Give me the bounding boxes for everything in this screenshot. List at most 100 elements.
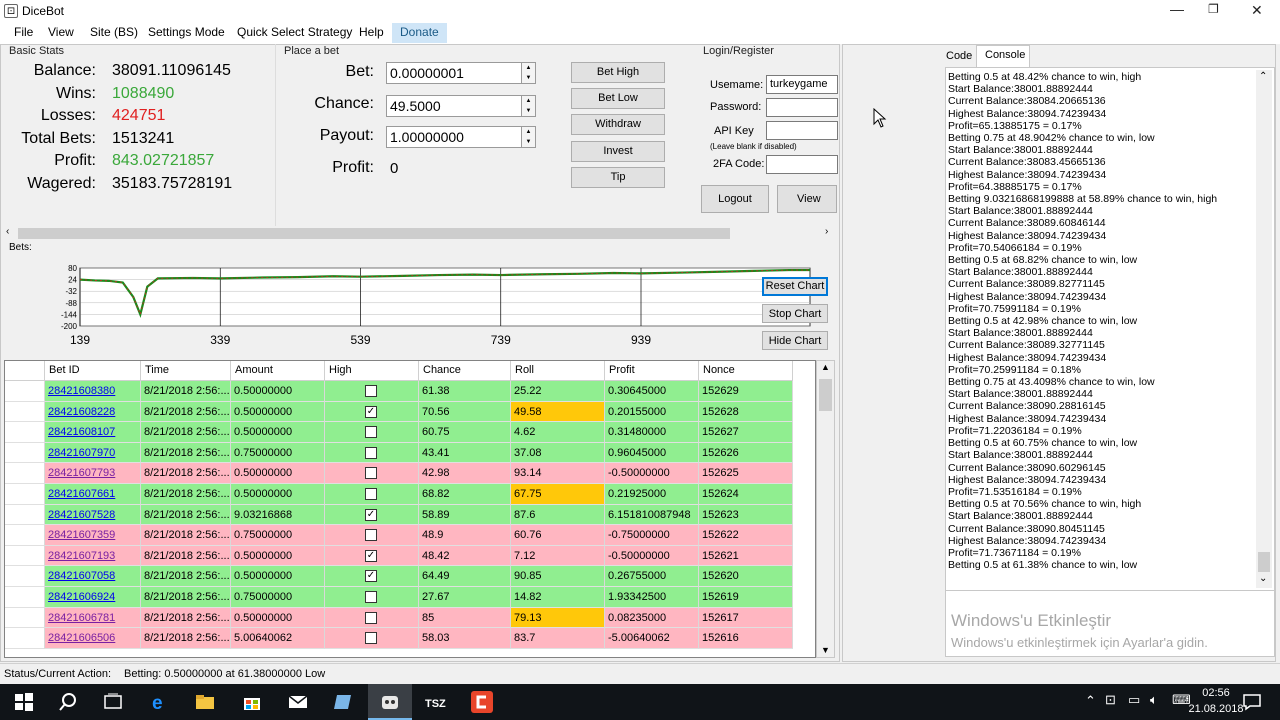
scroll-thumb[interactable] [18, 228, 730, 239]
maximize-button[interactable]: ❐ [1208, 2, 1219, 16]
tray-chevron-icon[interactable]: ⌃ [1085, 693, 1096, 709]
table-row[interactable]: 28421607528 8/21/2018 2:56:... 9.03216868 ✓… [5, 504, 793, 526]
minimize-button[interactable]: — [1170, 1, 1184, 17]
scroll-left-icon[interactable]: ‹ [6, 226, 9, 237]
scroll-down-icon[interactable]: ▼ [821, 645, 830, 655]
menu-site[interactable]: Site (BS) [90, 25, 138, 39]
scroll-right-icon[interactable]: › [825, 226, 828, 237]
payout-input[interactable]: 1.00000000 [386, 126, 522, 148]
column-header[interactable]: Amount [231, 361, 325, 381]
network-icon[interactable]: ⊡ [1105, 692, 1116, 708]
power-icon[interactable]: ▭ [1128, 692, 1140, 708]
high-checkbox[interactable] [365, 385, 377, 397]
table-row[interactable]: 28421608228 8/21/2018 2:56:... 0.50000000 ✓… [5, 401, 793, 423]
bet-id-link[interactable]: 28421607793 [48, 467, 115, 479]
table-row[interactable]: 28421606781 8/21/2018 2:56:... 0.50000000 8… [5, 607, 793, 629]
bet-id-link[interactable]: 28421606924 [48, 591, 115, 603]
bet-high-button[interactable]: Bet High [571, 62, 665, 83]
menu-settings-mode[interactable]: Settings Mode [148, 25, 225, 39]
withdraw-button[interactable]: Withdraw [571, 114, 665, 135]
app-blue-icon[interactable] [333, 692, 353, 712]
menu-quick-select-strategy[interactable]: Quick Select Strategy [237, 25, 352, 39]
twofa-input[interactable] [766, 155, 838, 174]
bet-amount-input[interactable]: 0.00000001 [386, 62, 522, 84]
high-checkbox[interactable] [365, 632, 377, 645]
column-header[interactable]: Profit [605, 361, 699, 381]
console-scroll-down-icon[interactable]: ⌄ [1259, 573, 1267, 584]
horizontal-scrollbar[interactable]: ‹ › [4, 226, 834, 241]
high-checkbox[interactable] [365, 529, 377, 542]
tsz-icon[interactable]: TSZ [425, 692, 449, 712]
payout-spinner[interactable]: ▲ ▼ [521, 126, 536, 148]
column-header[interactable]: Nonce [699, 361, 793, 381]
table-scroll-thumb[interactable] [819, 379, 832, 411]
console-scroll-thumb[interactable] [1258, 552, 1270, 572]
column-header[interactable]: Bet ID [45, 361, 141, 381]
bet-id-link[interactable]: 28421607193 [48, 550, 115, 562]
high-checkbox[interactable] [365, 591, 377, 603]
menu-donate[interactable]: Donate [392, 23, 447, 43]
chance-input[interactable]: 49.5000 [386, 95, 522, 117]
chance-spinner[interactable]: ▲ ▼ [521, 95, 536, 117]
bet-id-link[interactable]: 28421608228 [48, 406, 115, 418]
bet-id-link[interactable]: 28421607359 [48, 529, 115, 541]
table-row[interactable]: 28421607359 8/21/2018 2:56:... 0.75000000 4… [5, 525, 793, 546]
logout-button[interactable]: Logout [701, 185, 769, 213]
search-icon[interactable] [58, 692, 78, 712]
bet-id-link[interactable]: 28421607970 [48, 447, 115, 459]
high-checkbox[interactable]: ✓ [365, 549, 377, 562]
menu-view[interactable]: View [48, 25, 74, 39]
bet-id-link[interactable]: 28421606781 [48, 612, 115, 624]
reset-chart-button[interactable]: Reset Chart [762, 277, 828, 296]
bet-id-link[interactable]: 28421606506 [48, 632, 115, 644]
tab-code[interactable]: Code [942, 47, 974, 67]
bet-id-link[interactable]: 28421607661 [48, 488, 115, 500]
volume-icon[interactable]: 🔈︎ [1150, 692, 1158, 708]
column-header[interactable]: Chance [419, 361, 511, 381]
stop-chart-button[interactable]: Stop Chart [762, 304, 828, 323]
close-button[interactable]: ✕ [1251, 2, 1263, 19]
menu-help[interactable]: Help [359, 25, 384, 39]
edge-icon[interactable]: e [150, 692, 170, 712]
column-header[interactable]: Time [141, 361, 231, 381]
table-row[interactable]: 28421607970 8/21/2018 2:56:... 0.75000000 4… [5, 442, 793, 464]
high-checkbox[interactable]: ✓ [365, 405, 377, 418]
table-row[interactable]: 28421607793 8/21/2018 2:56:... 0.50000000 4… [5, 463, 793, 484]
task-view-icon[interactable] [103, 692, 123, 712]
bet-id-link[interactable]: 28421607528 [48, 509, 115, 521]
high-checkbox[interactable] [365, 611, 377, 624]
high-checkbox[interactable] [365, 426, 377, 439]
username-input[interactable]: turkeygame [766, 75, 838, 94]
bet-low-button[interactable]: Bet Low [571, 88, 665, 109]
mail-icon[interactable] [288, 692, 308, 712]
scroll-up-icon[interactable]: ▲ [821, 362, 830, 372]
table-row[interactable]: 28421608107 8/21/2018 2:56:... 0.50000000 6… [5, 422, 793, 443]
notification-icon[interactable] [1242, 692, 1262, 712]
high-checkbox[interactable]: ✓ [365, 508, 377, 521]
high-checkbox[interactable]: ✓ [365, 570, 377, 583]
high-checkbox[interactable] [365, 488, 377, 500]
bet-amount-spinner[interactable]: ▲ ▼ [521, 62, 536, 84]
hide-chart-button[interactable]: Hide Chart [762, 331, 828, 350]
table-row[interactable]: 28421606506 8/21/2018 2:56:... 5.00640062 5… [5, 628, 793, 649]
high-checkbox[interactable] [365, 446, 377, 459]
console-scroll-up-icon[interactable]: ⌃ [1259, 71, 1267, 82]
store-icon[interactable] [242, 692, 262, 712]
file-explorer-icon[interactable] [195, 692, 215, 712]
view-site-button[interactable]: View Site [777, 185, 837, 213]
console-scrollbar[interactable]: ⌃ ⌄ [1256, 70, 1272, 588]
dicebot-icon[interactable] [380, 692, 400, 712]
table-row[interactable]: 28421606924 8/21/2018 2:56:... 0.75000000 2… [5, 587, 793, 608]
bet-id-link[interactable]: 28421608107 [48, 426, 115, 438]
menu-file[interactable]: File [14, 25, 33, 39]
table-row[interactable]: 28421607058 8/21/2018 2:56:... 0.50000000 ✓… [5, 566, 793, 587]
column-header[interactable] [5, 361, 45, 381]
table-row[interactable]: 28421607193 8/21/2018 2:56:... 0.50000000 ✓… [5, 545, 793, 567]
table-vertical-scrollbar[interactable]: ▲ ▼ [816, 360, 835, 658]
bet-id-link[interactable]: 28421607058 [48, 570, 115, 582]
tab-console[interactable]: Console [976, 45, 1030, 67]
bet-id-link[interactable]: 28421608380 [48, 385, 115, 397]
tip-button[interactable]: Tip [571, 167, 665, 188]
table-row[interactable]: 28421608380 8/21/2018 2:56:... 0.50000000 6… [5, 381, 793, 402]
high-checkbox[interactable] [365, 467, 377, 480]
